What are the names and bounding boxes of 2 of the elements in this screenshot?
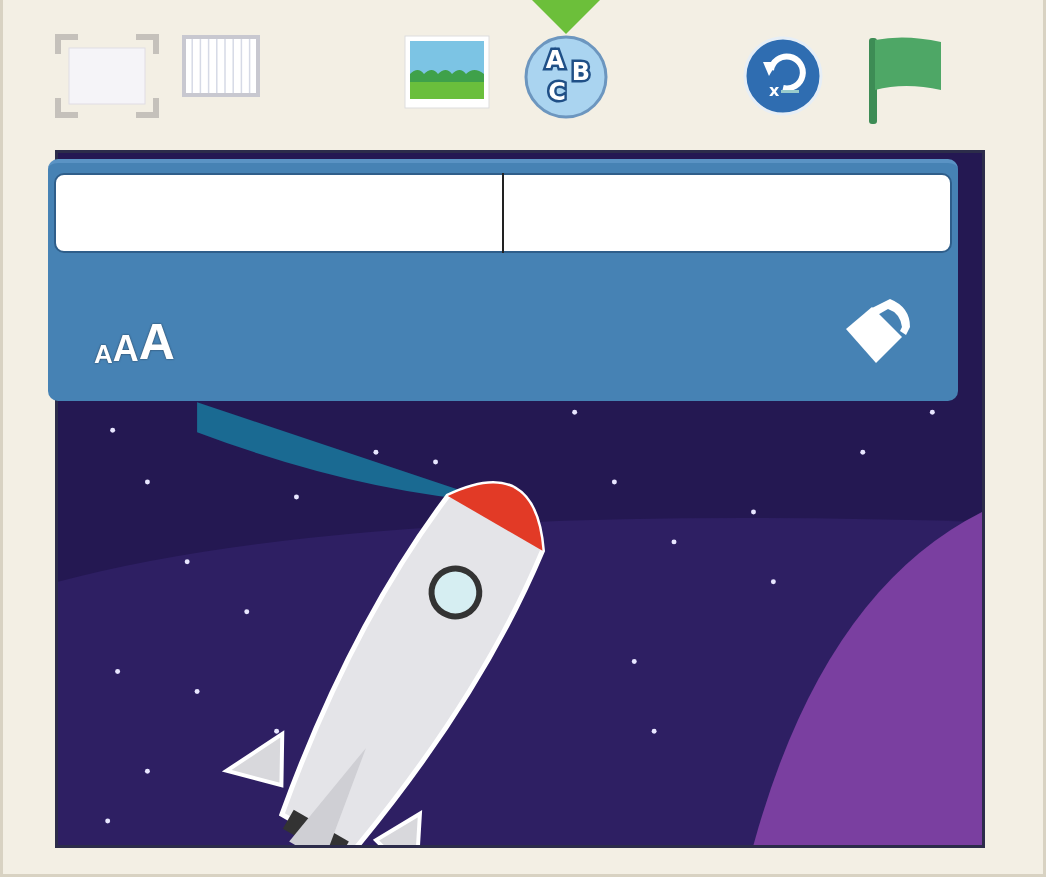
text-input-field[interactable] (54, 173, 952, 253)
text-size-button[interactable]: AAA (94, 317, 175, 367)
